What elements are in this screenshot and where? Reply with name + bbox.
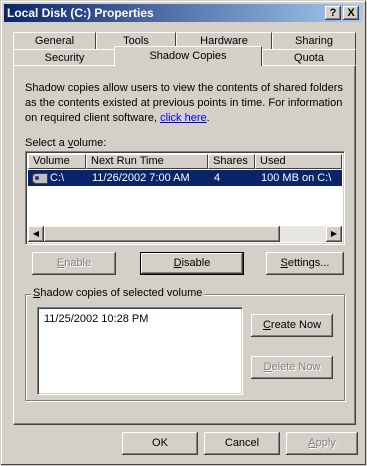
volume-list[interactable]: Volume Next Run Time Shares Used C:\ 11/… bbox=[25, 151, 345, 245]
column-header-next-run-time[interactable]: Next Run Time bbox=[86, 154, 208, 169]
scroll-left-icon[interactable]: ◀ bbox=[28, 226, 44, 242]
column-header-used[interactable]: Used bbox=[255, 154, 342, 169]
description-period: . bbox=[206, 112, 210, 124]
list-item[interactable]: 11/25/2002 10:28 PM bbox=[44, 313, 148, 325]
delete-now-button[interactable]: Delete Now bbox=[251, 356, 333, 379]
tab-label: Shadow Copies bbox=[149, 50, 227, 62]
column-header-shares[interactable]: Shares bbox=[208, 154, 255, 169]
column-header-volume[interactable]: Volume bbox=[28, 154, 86, 169]
cancel-button[interactable]: Cancel bbox=[204, 432, 280, 455]
shares-cell: 4 bbox=[214, 172, 221, 184]
next-run-cell: 11/26/2002 7:00 AM bbox=[92, 172, 190, 184]
close-button[interactable]: X bbox=[343, 6, 359, 20]
scroll-right-icon[interactable]: ▶ bbox=[326, 226, 342, 242]
horizontal-scrollbar[interactable]: ◀ ▶ bbox=[28, 226, 342, 242]
drive-icon bbox=[32, 173, 48, 184]
tab-sharing[interactable]: Sharing bbox=[272, 32, 356, 49]
shadow-copies-list[interactable]: 11/25/2002 10:28 PM bbox=[37, 307, 243, 395]
table-row[interactable]: C:\ 11/26/2002 7:00 AM 4 100 MB on C:\ bbox=[28, 170, 342, 186]
apply-button[interactable]: Apply bbox=[286, 432, 358, 455]
create-now-button[interactable]: Create Now bbox=[251, 314, 333, 337]
window-title: Local Disk (C:) Properties bbox=[7, 6, 154, 20]
ok-button[interactable]: OK bbox=[122, 432, 198, 455]
help-button[interactable]: ? bbox=[325, 6, 341, 20]
volume-list-header: Volume Next Run Time Shares Used bbox=[28, 154, 342, 169]
tab-general[interactable]: General bbox=[13, 32, 96, 49]
select-volume-label: Select a volume: bbox=[25, 137, 107, 149]
client-software-link[interactable]: click here bbox=[160, 112, 206, 124]
tab-label: Quota bbox=[294, 52, 324, 64]
volume-cell: C:\ bbox=[50, 172, 65, 184]
settings-button[interactable]: Settings... bbox=[266, 252, 344, 275]
disable-button[interactable]: Disable bbox=[140, 252, 244, 275]
tab-quota[interactable]: Quota bbox=[262, 49, 356, 66]
shadow-copies-description: Shadow copies allow users to view the co… bbox=[25, 81, 350, 126]
tab-label: Security bbox=[44, 52, 85, 64]
tab-shadow-copies[interactable]: Shadow Copies bbox=[114, 46, 262, 66]
tab-label: Sharing bbox=[295, 35, 333, 47]
scroll-thumb[interactable] bbox=[44, 226, 280, 242]
tab-security[interactable]: Security bbox=[13, 49, 116, 66]
enable-button[interactable]: Enable bbox=[32, 252, 116, 275]
title-bar[interactable]: Local Disk (C:) Properties ? X bbox=[4, 4, 363, 22]
tab-label: General bbox=[34, 35, 75, 47]
used-cell: 100 MB on C:\ bbox=[261, 172, 332, 184]
properties-dialog: Local Disk (C:) Properties ? X General T… bbox=[0, 0, 367, 466]
group-title: Shadow copies of selected volume bbox=[31, 287, 205, 299]
